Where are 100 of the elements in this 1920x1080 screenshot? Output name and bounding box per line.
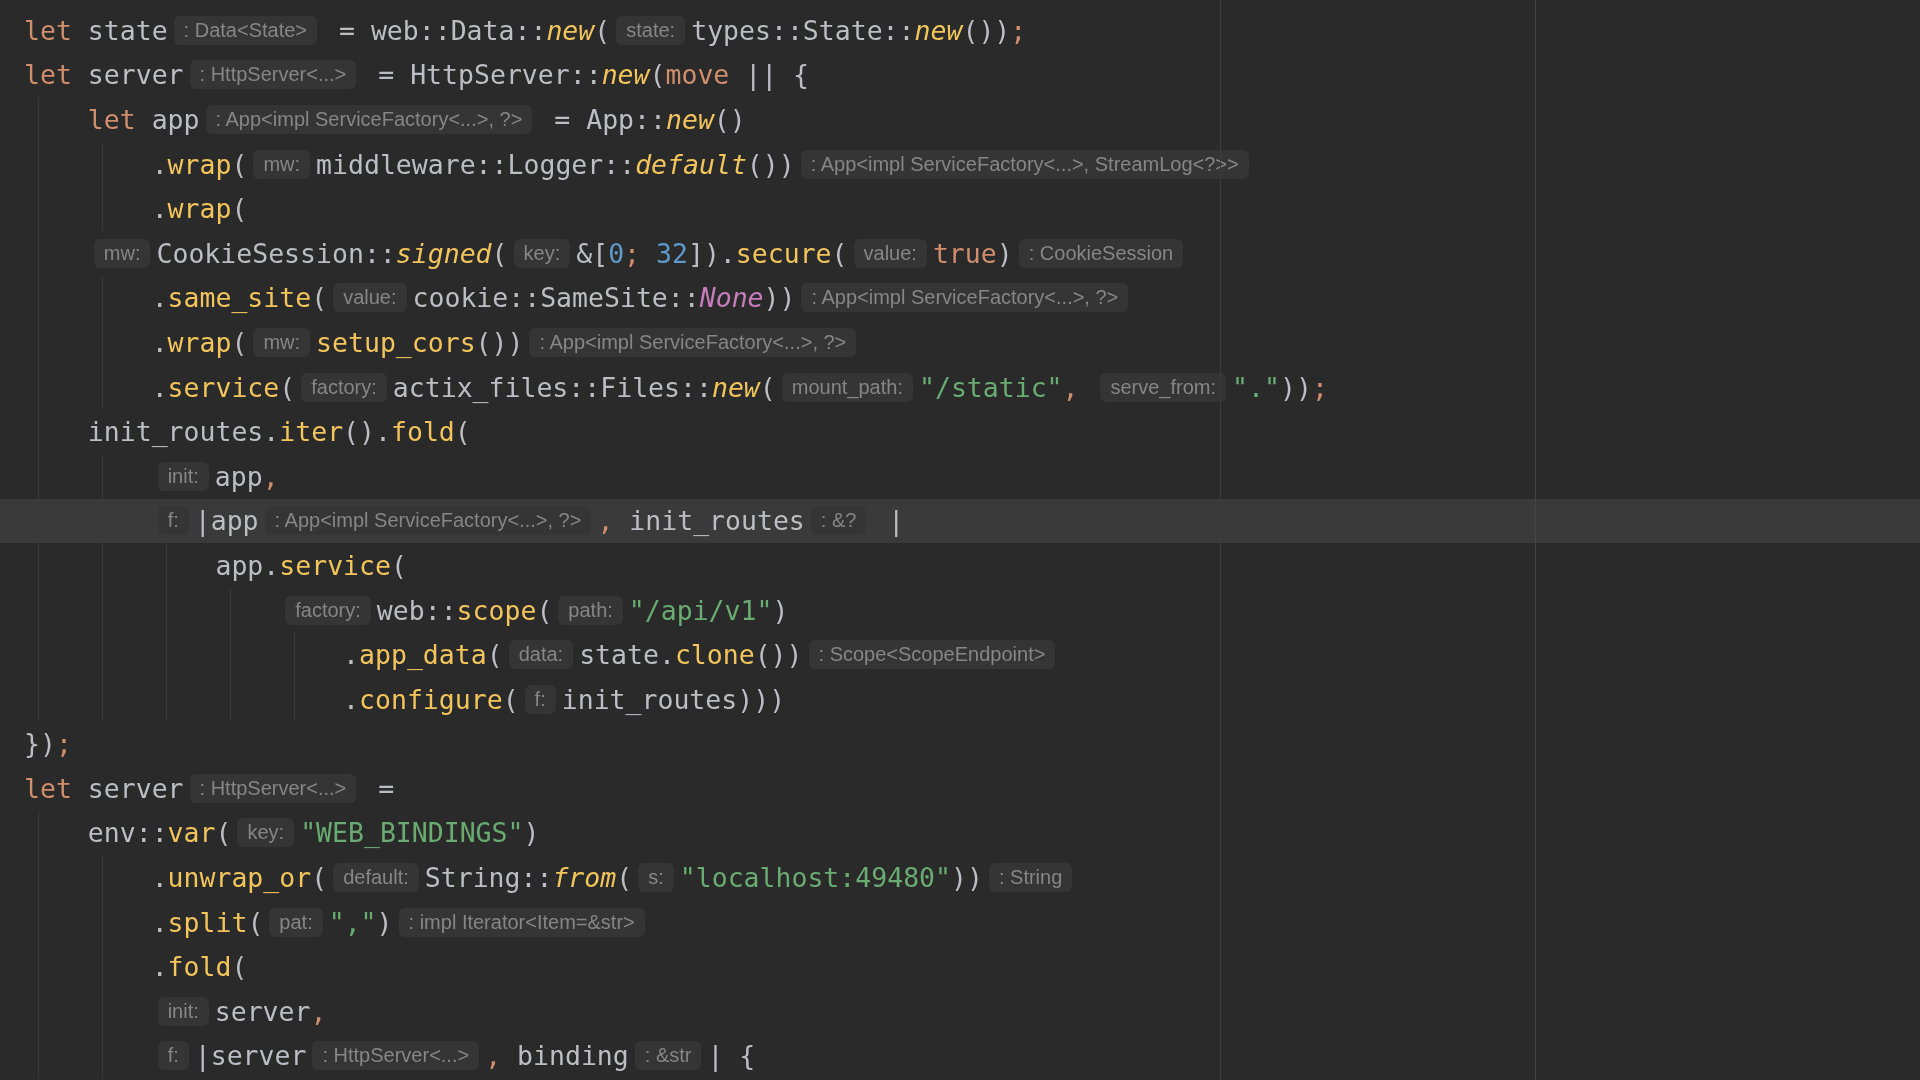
inlay-hint: f: (157, 506, 189, 536)
code-text: env:: (87, 817, 168, 849)
inlay-hint: factory: (285, 595, 371, 625)
code-text: ( (311, 862, 328, 894)
code-text: server (214, 995, 311, 1027)
code-text: ( (279, 371, 296, 403)
code-method: .service (263, 549, 391, 581)
code-text: ) (523, 817, 540, 849)
code-number: 32 (655, 237, 688, 269)
code-text: |app (194, 505, 259, 537)
code-punctuation: , (1062, 371, 1080, 403)
code-text: )) (763, 282, 796, 314)
code-punctuation: , (310, 995, 327, 1027)
inlay-hint: : App<impl ServiceFactory<...>, ?> (801, 283, 1129, 313)
code-punctuation: , (597, 505, 614, 537)
code-text: = App:: (553, 104, 666, 135)
code-function: setup_cors (316, 326, 476, 358)
code-text: &[ (576, 237, 609, 269)
inlay-hint: init: (157, 461, 209, 491)
code-text: state (579, 639, 659, 671)
code-text: ( (502, 683, 519, 715)
code-keyword: true (932, 237, 997, 269)
code-function: new (666, 104, 714, 135)
code-text: | (887, 505, 905, 537)
inlay-hint: value: (333, 283, 407, 313)
code-text: = (377, 772, 395, 804)
code-method: .wrap (151, 148, 232, 180)
inlay-hint: data: (508, 640, 574, 670)
code-method: .split (151, 906, 248, 938)
code-text: ) (996, 237, 1013, 269)
code-text: ( (247, 906, 264, 938)
inlay-hint: : CookieSession (1018, 238, 1184, 268)
code-method: .configure (343, 683, 503, 715)
code-text: ) (376, 906, 393, 938)
inlay-hint: : HttpServer<...> (312, 1041, 480, 1071)
code-text: app (214, 460, 263, 492)
code-text: init_routes (628, 505, 805, 537)
code-text: middleware::Logger:: (316, 148, 636, 180)
code-text: server (86, 59, 184, 91)
inlay-hint: path: (558, 595, 623, 625)
code-function: var (167, 817, 216, 849)
inlay-hint: : String (988, 863, 1073, 893)
code-punctuation: ; (1010, 14, 1027, 46)
code-text: ()) (754, 639, 803, 671)
code-text: | { (707, 1040, 756, 1072)
code-function: new (601, 59, 650, 91)
code-text: ( (215, 817, 232, 849)
code-text: ( (536, 594, 553, 626)
code-text: init_routes))) (561, 683, 786, 715)
inlay-hint: serve_from: (1100, 372, 1227, 402)
code-text: CookieSession:: (156, 237, 396, 269)
code-string: "." (1232, 371, 1280, 403)
code-text: ) (772, 594, 789, 626)
code-punctuation: ; (1311, 371, 1328, 403)
code-text: web:: (376, 594, 457, 626)
inlay-hint: key: (513, 238, 571, 268)
inlay-hint: f: (524, 684, 556, 714)
inlay-hint: : App<impl ServiceFactory<...>, ?> (529, 327, 857, 357)
code-keyword: let (24, 772, 72, 804)
inlay-hint: : HttpServer<...> (189, 773, 357, 803)
code-method: .secure (719, 237, 832, 269)
code-punctuation: , (262, 460, 279, 492)
code-text: ()) (475, 326, 524, 358)
code-text: init_routes (87, 416, 264, 448)
code-text: ( (231, 193, 248, 225)
inlay-hint: init: (157, 996, 209, 1026)
code-method: .clone (658, 639, 755, 671)
code-string: "/static" (918, 371, 1063, 403)
code-text: = HttpServer:: (377, 59, 602, 91)
inlay-hint: mw: (253, 327, 311, 357)
inlay-hint: : App<impl ServiceFactory<...>, StreamLog<?>> (800, 149, 1249, 179)
code-text: String:: (424, 862, 553, 894)
inlay-hint: key: (237, 818, 295, 848)
code-text: ()) (746, 148, 795, 180)
code-keyword: let (24, 59, 72, 91)
code-text: )) (1279, 371, 1312, 403)
code-text: ( (231, 326, 248, 358)
code-function: new (546, 14, 595, 46)
code-function: default (635, 148, 747, 180)
code-punctuation: , (485, 1040, 502, 1072)
code-text: ( (831, 237, 848, 269)
inlay-hint: s: (638, 863, 674, 893)
code-method: .iter (263, 416, 344, 448)
code-number: 0 (608, 237, 625, 269)
code-function: from (552, 862, 617, 894)
code-text: types::State:: (691, 14, 915, 46)
code-method: .wrap (151, 326, 232, 358)
code-function: new (914, 14, 963, 46)
code-string: "," (328, 906, 377, 938)
inlay-hint: : impl Iterator<Item=&str> (398, 907, 645, 937)
code-text: ( (231, 148, 248, 180)
code-text: app (150, 104, 200, 135)
code-text: ( (616, 862, 633, 894)
code-text: }) (24, 728, 56, 760)
code-keyword: let (24, 14, 72, 46)
code-text: ( (311, 282, 328, 314)
inlay-hint: value: (853, 238, 927, 268)
code-keyword: move (665, 59, 730, 91)
code-keyword: let (87, 104, 136, 135)
code-text: cookie::SameSite:: (412, 282, 700, 314)
